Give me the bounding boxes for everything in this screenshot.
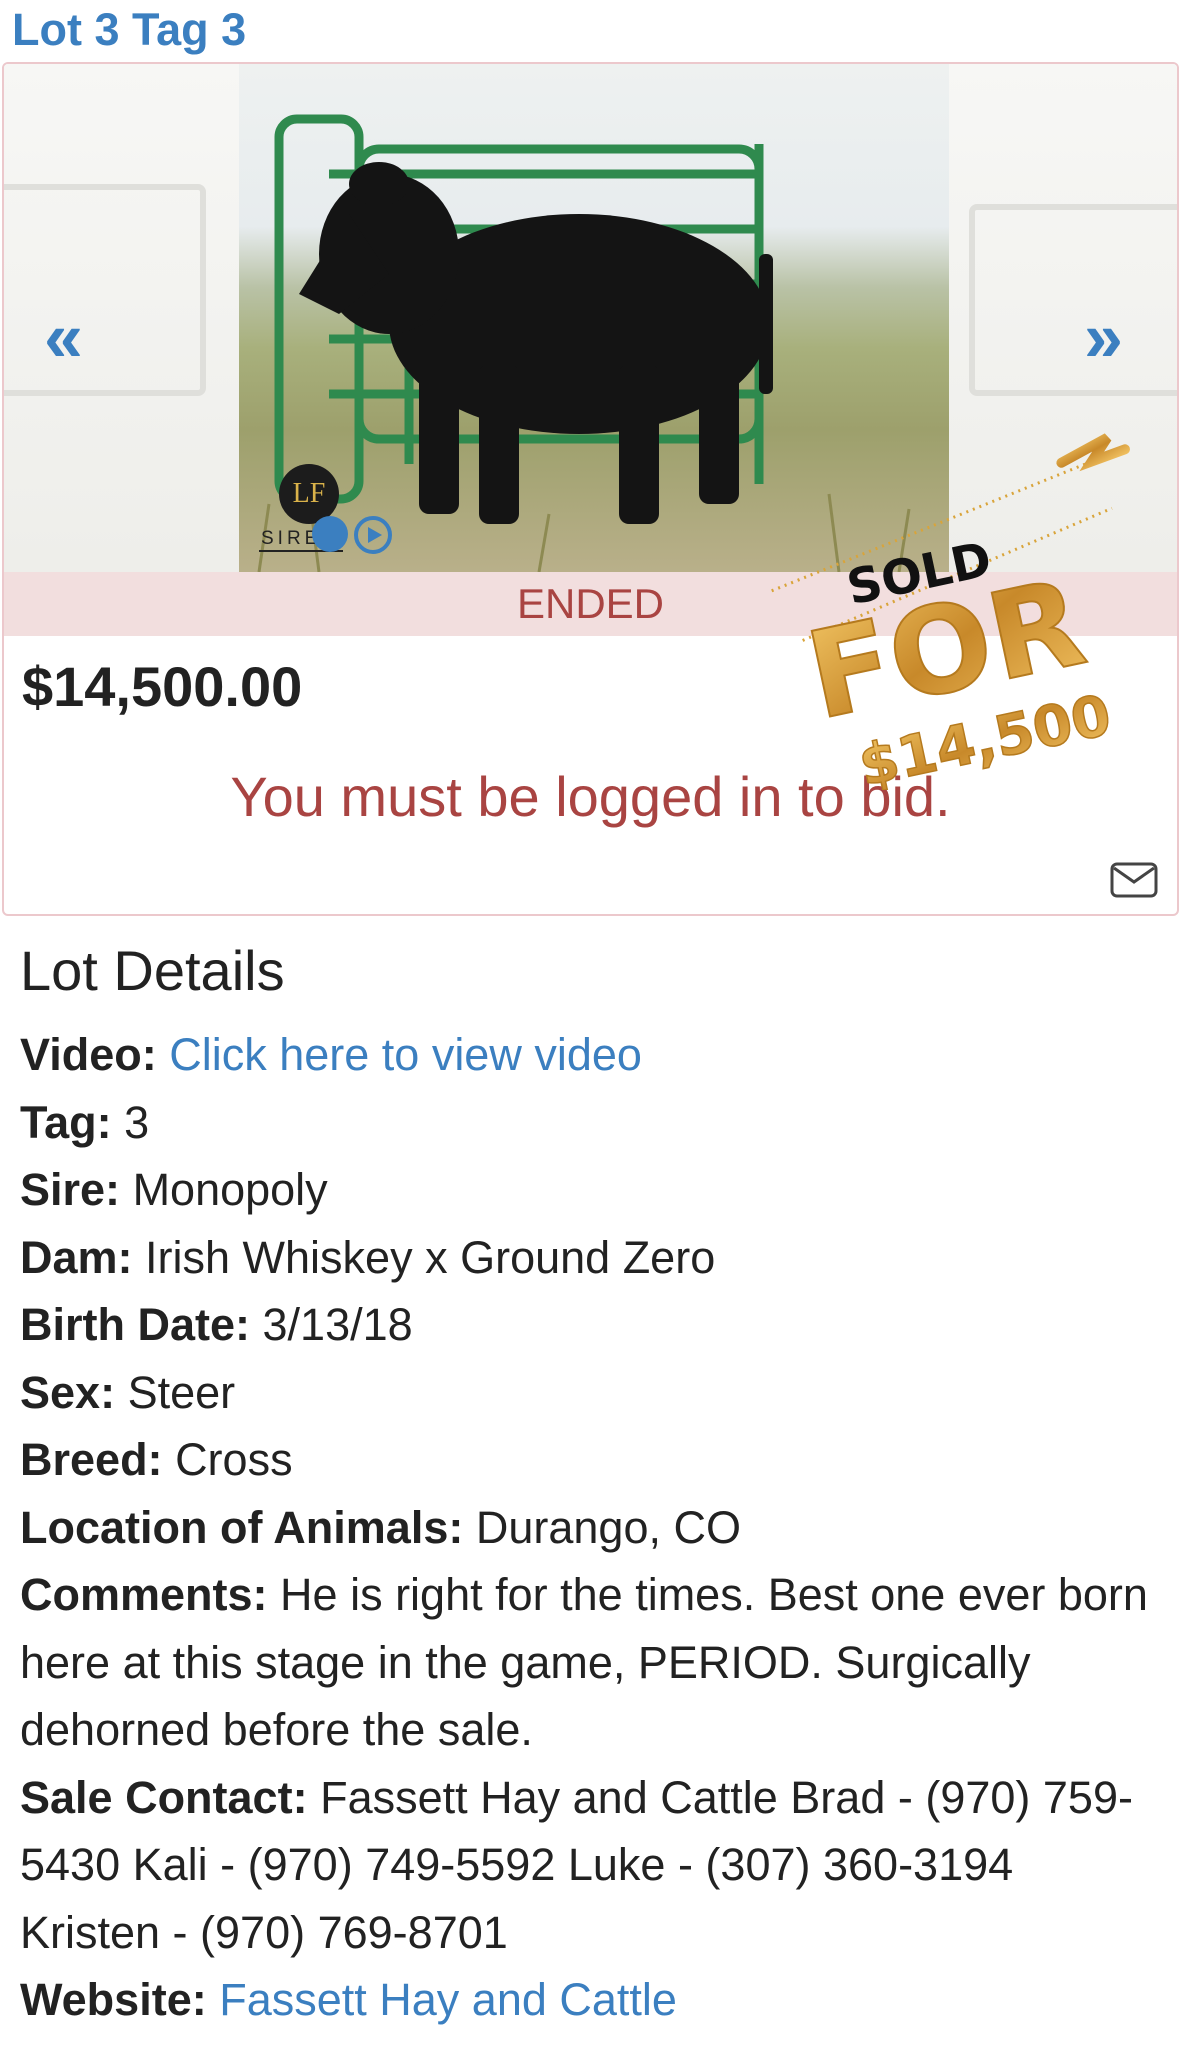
- slide-dot-1[interactable]: [312, 516, 348, 552]
- detail-sire: Sire: Monopoly: [20, 1164, 328, 1215]
- next-arrow-icon[interactable]: »: [1084, 302, 1123, 372]
- detail-comments: Comments: He is right for the times. Bes…: [20, 1569, 1148, 1755]
- detail-tag: Tag: 3: [20, 1096, 150, 1148]
- lot-details-section: Lot Details Video: Click here to view vi…: [20, 938, 1160, 2034]
- lot-details-heading: Lot Details: [20, 939, 285, 1002]
- detail-location: Location of Animals: Durango, CO: [20, 1501, 741, 1553]
- status-label: ENDED: [516, 580, 665, 627]
- carousel-indicators: [312, 516, 392, 554]
- detail-sex: Sex: Steer: [20, 1366, 236, 1418]
- detail-birth-date: Birth Date: 3/13/18: [20, 1299, 413, 1350]
- next-slide-image: [949, 64, 1177, 572]
- lot-card: LF SIRED « » ENDED $14,500.00 You must b…: [2, 62, 1179, 916]
- view-video-link[interactable]: Click here to view video: [169, 1029, 642, 1080]
- steer-photo: LF SIRED: [239, 64, 949, 572]
- previous-slide-image: [4, 64, 239, 572]
- previous-arrow-icon[interactable]: «: [44, 302, 83, 372]
- envelope-icon[interactable]: [1110, 862, 1158, 903]
- detail-video: Video: Click here to view video: [20, 1029, 642, 1080]
- detail-dam: Dam: Irish Whiskey x Ground Zero: [20, 1231, 716, 1283]
- website-link[interactable]: Fassett Hay and Cattle: [219, 1974, 677, 2025]
- image-carousel[interactable]: LF SIRED « »: [4, 64, 1177, 572]
- detail-breed: Breed: Cross: [20, 1434, 293, 1485]
- lot-title: Lot 3 Tag 3: [12, 4, 247, 55]
- play-video-icon[interactable]: [354, 516, 392, 554]
- login-to-bid-message: You must be logged in to bid.: [230, 765, 951, 828]
- detail-website: Website: Fassett Hay and Cattle: [20, 1974, 677, 2025]
- detail-sale-contact: Sale Contact: Fassett Hay and Cattle Bra…: [20, 1771, 1133, 1958]
- sale-price: $14,500.00: [22, 655, 303, 718]
- auction-status-bar: ENDED: [4, 572, 1177, 636]
